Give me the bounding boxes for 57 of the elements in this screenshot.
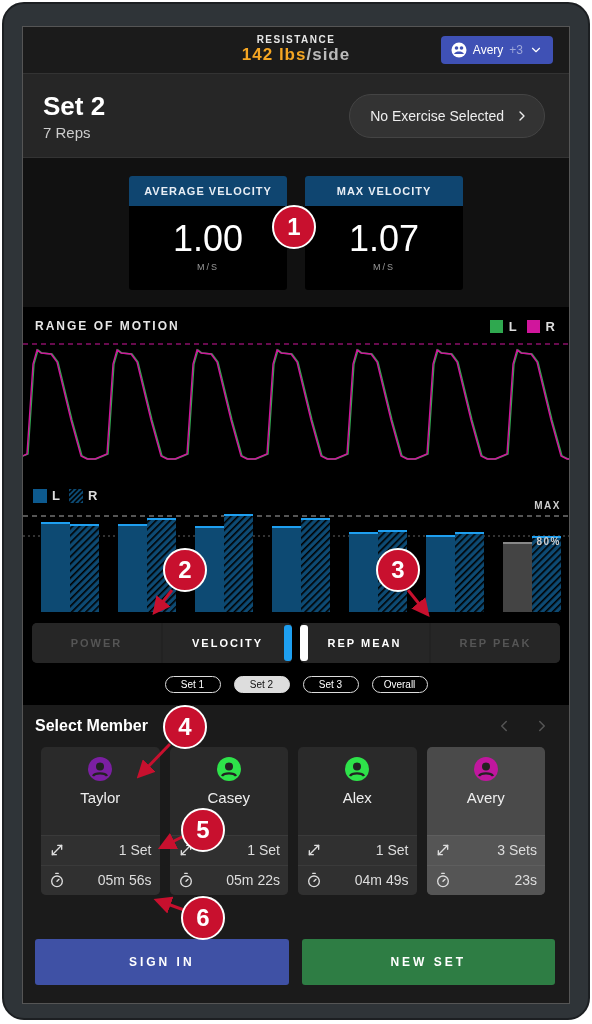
resize-arrows-icon: [306, 842, 322, 858]
max-line-label: MAX: [534, 499, 561, 511]
sets-count: 1 Set: [118, 842, 152, 858]
member-card[interactable]: Avery 3 Sets 23s: [426, 746, 545, 895]
resistance-value: 142 lbs/side: [241, 45, 351, 66]
new-set-button[interactable]: NEW SET: [301, 939, 555, 986]
metric-toggle[interactable]: VELOCITY: [163, 622, 292, 663]
timer-icon: [49, 872, 65, 888]
legend-label: L: [508, 318, 517, 334]
elapsed-time: 23s: [514, 872, 537, 888]
legend-label: R: [545, 318, 555, 334]
sets-count: 1 Set: [247, 842, 280, 858]
legend-label: L: [52, 488, 60, 504]
hatched-swatch-icon: [68, 488, 83, 503]
annotation-arrow: [406, 589, 430, 618]
metric-unit: M/S: [197, 262, 219, 273]
section-title: Select Member: [35, 716, 148, 735]
set-tab[interactable]: Overall: [371, 675, 428, 693]
set-tab[interactable]: Set 2: [233, 675, 290, 693]
member-name: Casey: [207, 788, 250, 806]
reps-count: 7 Reps: [43, 123, 92, 141]
sets-count: 3 Sets: [497, 842, 537, 858]
timer-icon: [306, 872, 322, 888]
annotation-arrow: [152, 589, 174, 616]
legend-label: R: [87, 488, 98, 504]
left-bar: [503, 541, 532, 612]
sets-count: 1 Set: [375, 842, 409, 858]
metric-value: 1.00: [172, 218, 244, 261]
threshold-label: 80%: [536, 535, 561, 547]
resistance-label: RESISTANCE: [256, 34, 336, 46]
set-tab[interactable]: Set 3: [302, 675, 359, 693]
metric-value: 1.07: [348, 218, 420, 261]
metric-label: AVERAGE VELOCITY: [129, 176, 287, 207]
annotation-arrow: [153, 896, 185, 914]
member-name: Avery: [466, 788, 505, 806]
member-name: Alex: [342, 788, 372, 806]
elapsed-time: 04m 49s: [354, 872, 409, 888]
metric-label: MAX VELOCITY: [305, 176, 463, 207]
mode-toggle[interactable]: REP MEAN: [300, 622, 429, 663]
solid-swatch-icon: [33, 488, 47, 503]
member-card[interactable]: Alex 1 Set 04m 49s: [298, 746, 417, 895]
timer-icon: [177, 872, 194, 888]
metric-unit: M/S: [373, 262, 395, 273]
elapsed-time: 05m 56s: [97, 872, 152, 888]
member-name: Taylor: [80, 788, 121, 806]
member-card[interactable]: Taylor 1 Set 05m 56s: [41, 746, 160, 895]
timer-icon: [434, 872, 451, 888]
resize-arrows-icon: [49, 842, 65, 858]
annotation-arrow: [157, 832, 185, 849]
sign-in-button[interactable]: SIGN IN: [35, 939, 289, 986]
set-title: Set 2: [43, 90, 106, 122]
exercise-button[interactable]: No Exercise Selected: [349, 93, 545, 138]
user-switch-button[interactable]: Avery +3: [440, 36, 553, 64]
set-tab[interactable]: Set 1: [164, 675, 221, 693]
elapsed-time: 05m 22s: [226, 872, 280, 888]
annotation-arrow: [136, 742, 172, 779]
chart-title: RANGE OF MOTION: [35, 319, 180, 334]
